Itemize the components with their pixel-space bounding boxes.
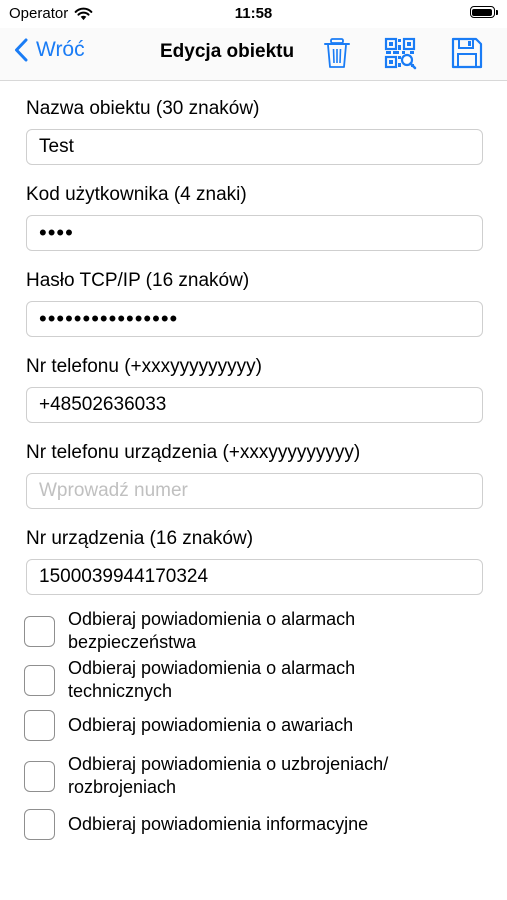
save-icon (451, 37, 483, 69)
phone-number-label: Nr telefonu (+xxxyyyyyyyyy) (26, 356, 262, 377)
checkbox-row-security-alarms[interactable]: Odbieraj powiadomienia o alarmach bezpie… (24, 608, 448, 654)
checkbox-label: Odbieraj powiadomienia o awariach (68, 715, 354, 735)
checkbox-row-informational[interactable]: Odbieraj powiadomienia informacyjne (24, 809, 448, 840)
checkbox-row-arming[interactable]: Odbieraj powiadomienia o uzbrojeniach/ r… (24, 753, 448, 799)
checkbox-label: Odbieraj powiadomienia o alarmach techni… (68, 658, 356, 701)
qr-scan-button[interactable] (383, 36, 417, 70)
field-tcp-password: Hasło TCP/IP (16 znaków) (26, 269, 483, 355)
battery-icon (469, 6, 498, 18)
user-code-input[interactable] (26, 215, 483, 251)
phone-number-input[interactable] (26, 387, 483, 423)
field-device-number: Nr urządzenia (16 znaków) (26, 527, 483, 613)
checkbox-security-alarms[interactable] (24, 615, 55, 647)
status-bar: Operator 11:58 (0, 0, 507, 28)
device-phone-input[interactable] (26, 473, 483, 509)
object-name-input[interactable] (26, 129, 483, 165)
checkbox-informational[interactable] (24, 809, 55, 840)
checkbox-label: Odbieraj powiadomienia o uzbrojeniach/ r… (68, 754, 389, 797)
checkbox-failures[interactable] (24, 710, 55, 741)
field-object-name: Nazwa obiektu (30 znaków) (26, 97, 483, 183)
qr-code-icon (384, 37, 417, 70)
field-device-phone: Nr telefonu urządzenia (+xxxyyyyyyyyy) (26, 441, 483, 527)
checkbox-technical-alarms[interactable] (24, 664, 55, 696)
status-time: 11:58 (234, 5, 273, 22)
tcp-password-label: Hasło TCP/IP (16 znaków) (26, 270, 250, 291)
page-title: Edycja obiektu (160, 41, 295, 62)
checkbox-label: Odbieraj powiadomienia informacyjne (68, 814, 369, 834)
object-name-label: Nazwa obiektu (30 znaków) (26, 98, 260, 119)
user-code-label: Kod użytkownika (4 znaki) (26, 184, 247, 205)
save-button[interactable] (450, 36, 484, 70)
trash-icon (324, 38, 350, 68)
back-button[interactable]: Wróć (14, 38, 85, 62)
device-number-label: Nr urządzenia (16 znaków) (26, 528, 254, 549)
object-edit-form: Nazwa obiektu (30 znaków) Kod użytkownik… (26, 97, 483, 613)
field-phone-number: Nr telefonu (+xxxyyyyyyyyy) (26, 355, 483, 441)
chevron-left-icon (15, 38, 28, 62)
delete-button[interactable] (320, 36, 354, 70)
device-number-input[interactable] (26, 559, 483, 595)
checkbox-arming[interactable] (24, 760, 55, 792)
device-phone-label: Nr telefonu urządzenia (+xxxyyyyyyyyy) (26, 442, 361, 463)
field-user-code: Kod użytkownika (4 znaki) (26, 183, 483, 269)
checkbox-row-failures[interactable]: Odbieraj powiadomienia o awariach (24, 710, 448, 741)
tcp-password-input[interactable] (26, 301, 483, 337)
back-label: Wróć (36, 38, 85, 61)
checkbox-label: Odbieraj powiadomienia o alarmach bezpie… (68, 609, 356, 652)
checkbox-row-technical-alarms[interactable]: Odbieraj powiadomienia o alarmach techni… (24, 657, 448, 703)
navigation-bar: Wróć Edycja obiektu (0, 28, 507, 81)
